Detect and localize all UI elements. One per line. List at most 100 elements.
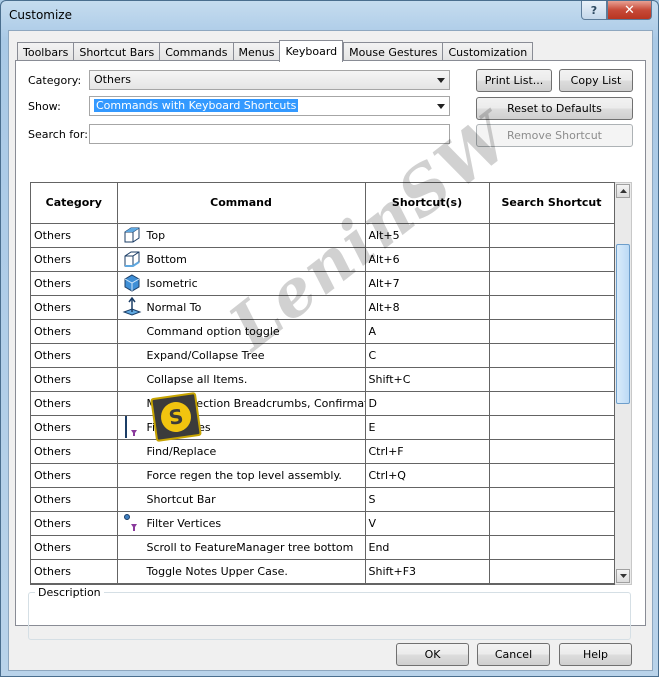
cell-shortcut[interactable]: Alt+8 [364, 294, 490, 320]
command-label: Collapse all Items. [146, 372, 248, 386]
cell-search-shortcut[interactable] [488, 534, 614, 560]
table-row[interactable]: Others Normal To Alt+8 [31, 294, 614, 320]
cell-shortcut[interactable]: Shift+C [364, 366, 490, 392]
column-header-category[interactable]: Category [31, 183, 118, 224]
customize-dialog: Customize ? ✕ Toolbars Shortcut Bars Com… [0, 0, 659, 677]
table-row[interactable]: Others Bottom Alt+6 [31, 246, 614, 272]
table-row[interactable]: Others Expand/Collapse Tree C [31, 342, 614, 368]
column-header-shortcuts[interactable]: Shortcut(s) [364, 183, 490, 224]
table-row[interactable]: Others Move Selection Breadcrumbs, Confir… [31, 390, 614, 416]
tab-menus[interactable]: Menus [232, 42, 280, 61]
table-row[interactable]: Others Scroll to FeatureManager tree bott… [31, 534, 614, 560]
tab-commands[interactable]: Commands [159, 42, 233, 61]
copy-list-button[interactable]: Copy List [559, 69, 633, 92]
cell-search-shortcut[interactable] [488, 270, 614, 296]
cell-shortcut[interactable]: V [364, 510, 490, 536]
cell-category: Others [31, 270, 118, 296]
chevron-down-icon [437, 104, 445, 109]
show-value: Commands with Keyboard Shortcuts [94, 99, 299, 112]
table-row[interactable]: Others Filter Vertices V [31, 510, 614, 536]
cell-command: Isometric [116, 270, 366, 296]
cell-search-shortcut[interactable] [488, 318, 614, 344]
cell-command: Expand/Collapse Tree [116, 342, 366, 368]
cell-shortcut[interactable]: Ctrl+F [364, 438, 490, 464]
ok-button[interactable]: OK [396, 643, 469, 666]
command-label: Command option toggle [146, 324, 280, 338]
print-list-button[interactable]: Print List... [476, 69, 552, 92]
close-button[interactable]: ✕ [607, 1, 652, 20]
cell-search-shortcut[interactable] [488, 462, 614, 488]
help-button[interactable]: Help [559, 643, 632, 666]
cell-shortcut[interactable]: Alt+7 [364, 270, 490, 296]
table-row[interactable]: Others Top Alt+5 [31, 222, 614, 248]
tab-toolbars[interactable]: Toolbars [17, 42, 74, 61]
cell-command: Top [116, 222, 366, 248]
scroll-down-arrow[interactable] [616, 569, 630, 583]
table-row[interactable]: Others Toggle Notes Upper Case. Shift+F3 [31, 558, 614, 584]
show-dropdown[interactable]: Commands with Keyboard Shortcuts [89, 96, 450, 116]
cell-search-shortcut[interactable] [488, 558, 614, 584]
cell-category: Others [31, 534, 118, 560]
column-header-command[interactable]: Command [116, 183, 366, 224]
cell-shortcut[interactable]: S [364, 486, 490, 512]
cell-shortcut[interactable]: Alt+6 [364, 246, 490, 272]
reset-to-defaults-button[interactable]: Reset to Defaults [476, 97, 633, 120]
table-row[interactable]: Others Command option toggle A [31, 318, 614, 344]
scroll-thumb[interactable] [616, 244, 630, 404]
cell-search-shortcut[interactable] [488, 294, 614, 320]
normal-to-icon [121, 297, 143, 317]
grid-body: Others Top Alt+5 Others Bottom Alt+6 Others Iso… [31, 222, 614, 584]
table-row[interactable]: Others Find/Replace Ctrl+F [31, 438, 614, 464]
cell-shortcut[interactable]: End [364, 534, 490, 560]
command-label: Force regen the top level assembly. [146, 468, 342, 482]
cell-search-shortcut[interactable] [488, 342, 614, 368]
cell-search-shortcut[interactable] [488, 438, 614, 464]
cell-command: Toggle Notes Upper Case. [116, 558, 366, 584]
cancel-button[interactable]: Cancel [477, 643, 550, 666]
cell-command: Scroll to FeatureManager tree bottom [116, 534, 366, 560]
command-label: Scroll to FeatureManager tree bottom [146, 540, 354, 554]
cell-search-shortcut[interactable] [488, 486, 614, 512]
cell-command: Shortcut Bar [116, 486, 366, 512]
cell-search-shortcut[interactable] [488, 222, 614, 248]
cell-category: Others [31, 294, 118, 320]
cell-search-shortcut[interactable] [488, 510, 614, 536]
cell-search-shortcut[interactable] [488, 414, 614, 440]
show-label: Show: [28, 100, 61, 113]
tab-customization[interactable]: Customization [442, 42, 534, 61]
tab-keyboard[interactable]: Keyboard [279, 40, 344, 62]
table-row[interactable]: Others Isometric Alt+7 [31, 270, 614, 296]
view-bottom-icon [121, 249, 143, 269]
tab-mouse-gestures[interactable]: Mouse Gestures [343, 42, 443, 61]
cell-search-shortcut[interactable] [488, 246, 614, 272]
cell-category: Others [31, 318, 118, 344]
cell-category: Others [31, 246, 118, 272]
view-top-icon [121, 225, 143, 245]
search-label: Search for: [28, 128, 88, 141]
cell-shortcut[interactable]: D [364, 390, 490, 416]
cell-category: Others [31, 510, 118, 536]
help-title-button[interactable]: ? [581, 1, 607, 20]
cell-search-shortcut[interactable] [488, 390, 614, 416]
cell-shortcut[interactable]: Shift+F3 [364, 558, 490, 584]
tab-shortcut-bars[interactable]: Shortcut Bars [73, 42, 160, 61]
table-row[interactable]: Others Shortcut Bar S [31, 486, 614, 512]
cell-shortcut[interactable]: C [364, 342, 490, 368]
table-row[interactable]: OthersFilter EdgesE [31, 414, 614, 440]
column-header-search-shortcut[interactable]: Search Shortcut [488, 183, 614, 224]
cell-category: Others [31, 414, 118, 440]
cell-shortcut[interactable]: Ctrl+Q [364, 462, 490, 488]
table-row[interactable]: Others Force regen the top level assembly… [31, 462, 614, 488]
cell-shortcut[interactable]: E [364, 414, 490, 440]
category-dropdown[interactable]: Others [89, 70, 450, 90]
cell-search-shortcut[interactable] [488, 366, 614, 392]
search-input[interactable] [89, 124, 450, 144]
table-row[interactable]: Others Collapse all Items. Shift+C [31, 366, 614, 392]
scroll-up-arrow[interactable] [616, 184, 630, 198]
grid-scrollbar[interactable] [615, 182, 632, 585]
chevron-down-icon [619, 574, 627, 578]
cell-command: Normal To [116, 294, 366, 320]
cell-shortcut[interactable]: A [364, 318, 490, 344]
cell-shortcut[interactable]: Alt+5 [364, 222, 490, 248]
blank-icon-slot [121, 345, 143, 365]
